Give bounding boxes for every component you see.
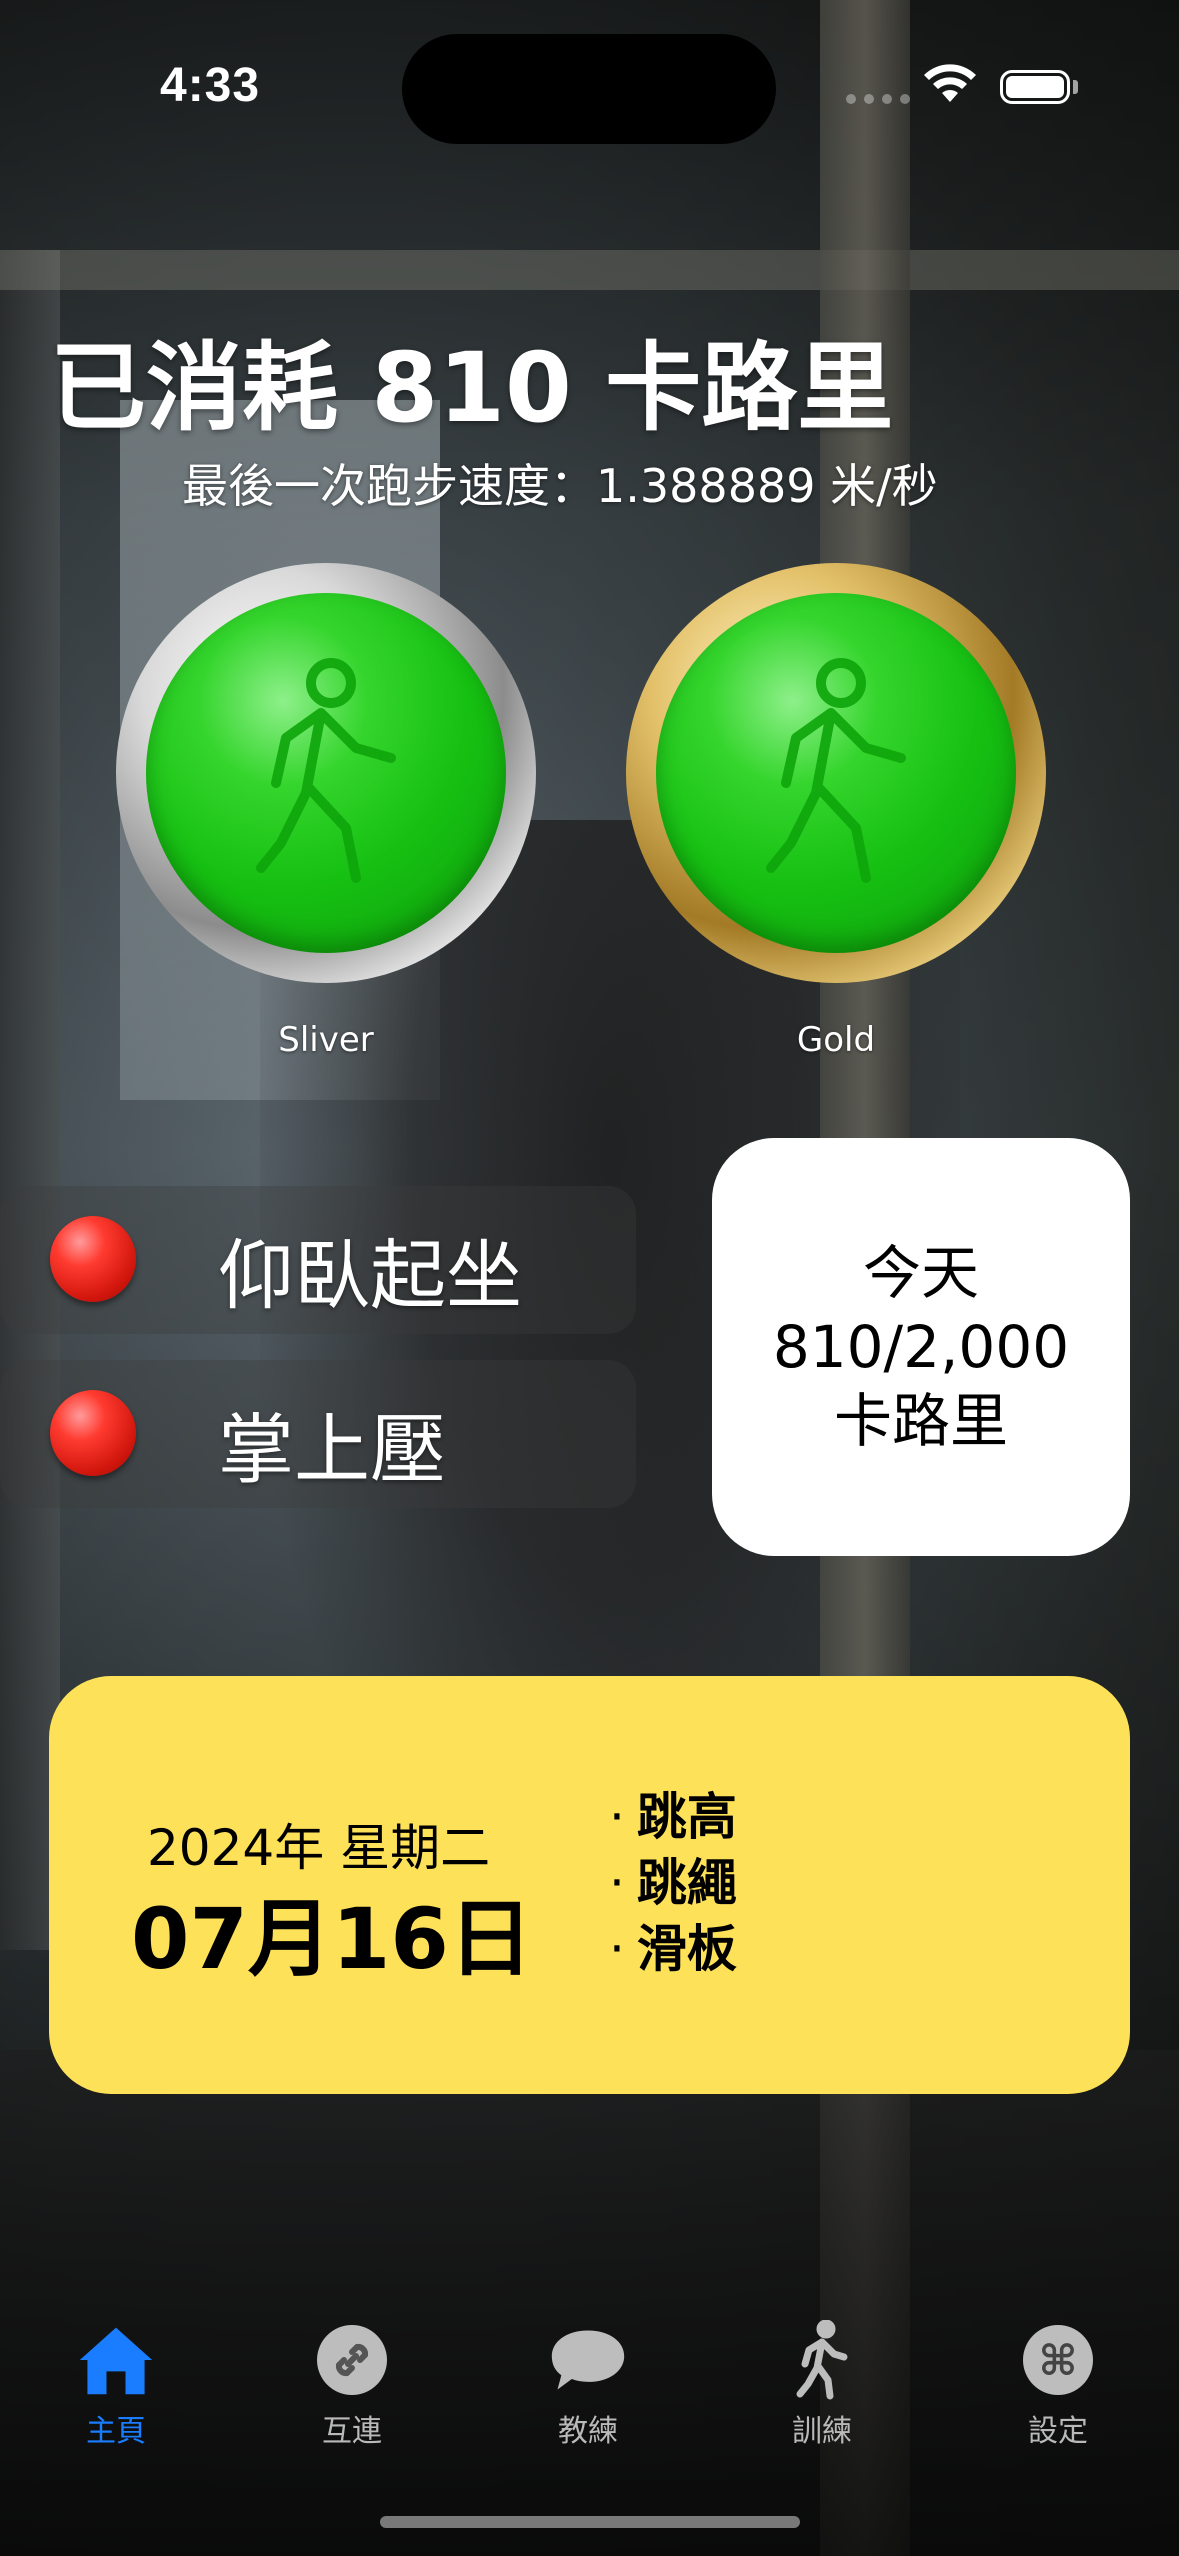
- medal-face: [656, 593, 1016, 953]
- date-label: 07月16日: [131, 1890, 533, 1988]
- activity-item: · 跳高: [609, 1788, 737, 1846]
- exercise-row-pushups[interactable]: 掌上壓: [0, 1360, 636, 1508]
- background-floor: [0, 2050, 1179, 2556]
- calories-burned-title: 已消耗 810 卡路里: [50, 332, 894, 444]
- walking-figure-icon: [256, 658, 396, 883]
- activity-list: · 跳高 · 跳繩 · 滑板: [609, 1784, 737, 1982]
- cellular-signal-icon: [846, 94, 910, 104]
- chat-bubble-icon: [548, 2320, 628, 2400]
- gold-medal-label: Gold: [796, 1020, 876, 1060]
- wifi-icon: [924, 64, 976, 102]
- exercise-row-situps[interactable]: 仰臥起坐: [0, 1186, 636, 1334]
- year-weekday: 2024年 星期二: [147, 1819, 491, 1877]
- tab-connect[interactable]: 互連: [262, 2320, 442, 2450]
- medal-face: [146, 593, 506, 953]
- status-time: 4:33: [160, 59, 261, 112]
- exercise-label: 掌上壓: [218, 1405, 446, 1494]
- activity-item: · 滑板: [609, 1920, 737, 1978]
- dynamic-island: [402, 34, 776, 144]
- today-progress: 810/2,000: [772, 1313, 1070, 1381]
- silver-medal-label: Sliver: [278, 1020, 374, 1060]
- tab-label: 主頁: [86, 2414, 146, 2449]
- tab-label: 互連: [322, 2414, 382, 2449]
- house-icon: [76, 2320, 156, 2400]
- last-run-speed: 最後一次跑步速度：1.388889 米/秒: [182, 459, 938, 513]
- tab-training[interactable]: 訓練: [732, 2320, 912, 2450]
- tab-label: 訓練: [792, 2414, 852, 2449]
- gold-medal-button[interactable]: [626, 563, 1046, 983]
- status-dot-icon: [50, 1390, 136, 1476]
- silver-medal-button[interactable]: [116, 563, 536, 983]
- walking-figure-icon: [766, 658, 906, 883]
- tab-coach[interactable]: 教練: [498, 2320, 678, 2450]
- status-dot-icon: [50, 1216, 136, 1302]
- home-indicator[interactable]: [380, 2516, 800, 2528]
- battery-nub: [1073, 80, 1078, 94]
- tab-home[interactable]: 主頁: [26, 2320, 206, 2450]
- today-calories-card[interactable]: 今天 810/2,000 卡路里: [712, 1138, 1130, 1556]
- calendar-card[interactable]: 2024年 星期二 07月16日 · 跳高 · 跳繩 · 滑板: [49, 1676, 1130, 2094]
- activity-item: · 跳繩: [609, 1854, 737, 1912]
- battery-icon: [1000, 70, 1070, 104]
- today-label: 今天: [862, 1239, 979, 1307]
- tab-settings[interactable]: ⌘ 設定: [968, 2320, 1148, 2450]
- today-unit: 卡路里: [833, 1387, 1008, 1455]
- walking-figure-icon: [782, 2320, 862, 2400]
- background-beam: [0, 250, 1179, 290]
- tab-label: 設定: [1028, 2414, 1088, 2449]
- exercise-label: 仰臥起坐: [218, 1231, 522, 1320]
- link-icon: [312, 2320, 392, 2400]
- tab-label: 教練: [558, 2414, 618, 2449]
- command-icon: ⌘: [1018, 2320, 1098, 2400]
- background-rack: [0, 250, 60, 1950]
